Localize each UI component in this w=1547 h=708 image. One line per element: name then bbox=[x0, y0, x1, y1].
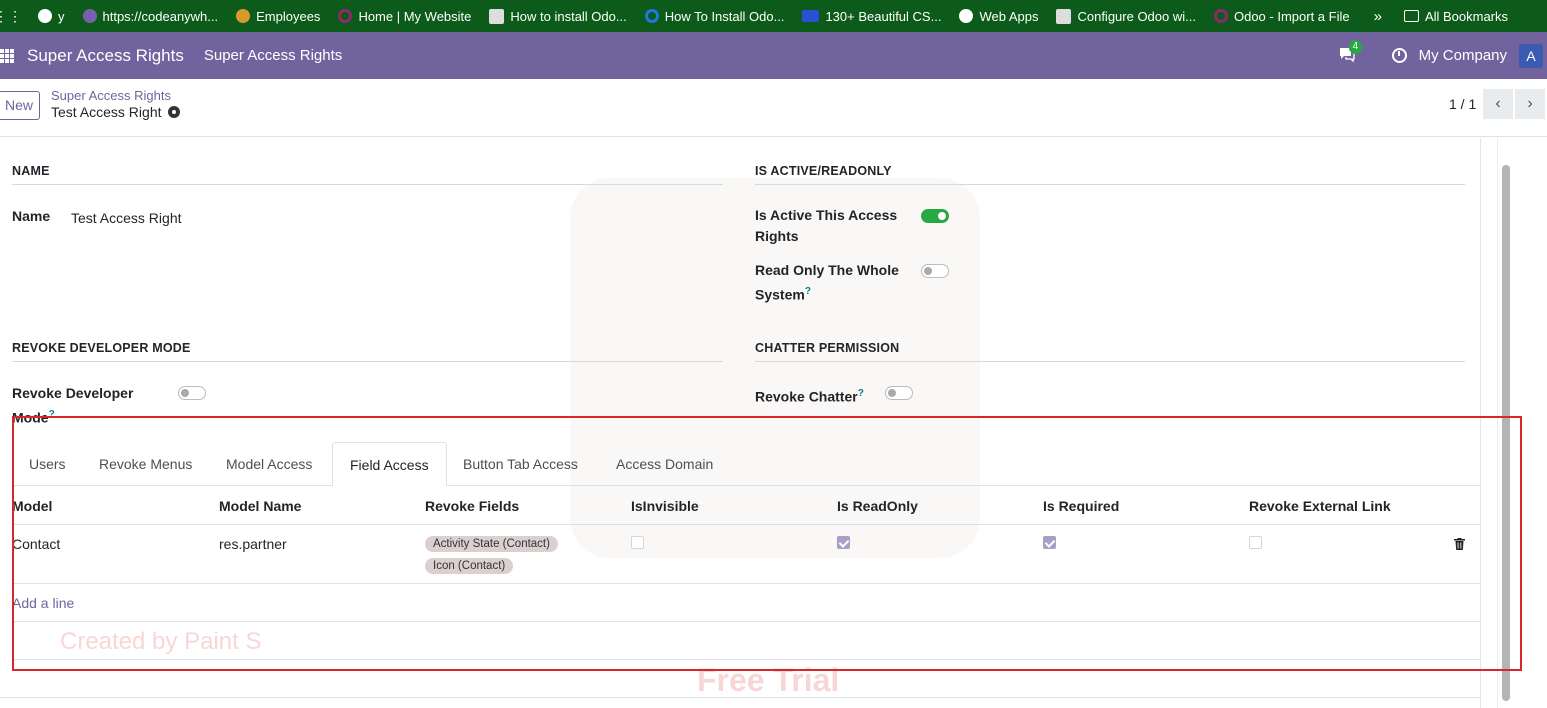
top-navbar: Super Access Rights Super Access Rights … bbox=[0, 32, 1547, 79]
table-divider bbox=[12, 583, 1480, 584]
globe-icon bbox=[959, 9, 974, 23]
is-invisible-checkbox[interactable] bbox=[631, 536, 644, 549]
chat-icon[interactable]: 4 bbox=[1338, 39, 1363, 66]
employees-icon bbox=[236, 9, 251, 23]
company-switcher[interactable]: My Company bbox=[1419, 47, 1507, 64]
cell-model: Contact bbox=[12, 536, 61, 552]
gear-icon[interactable] bbox=[167, 106, 180, 118]
devmode-toggle[interactable] bbox=[178, 386, 206, 400]
tab-users[interactable]: Users bbox=[12, 442, 83, 486]
column-header[interactable]: Revoke External Link bbox=[1249, 498, 1391, 514]
revoke-external-link-checkbox[interactable] bbox=[1249, 536, 1262, 549]
bookmark-item[interactable]: How to install Odo... bbox=[489, 8, 627, 24]
bookmark-item[interactable]: Configure Odoo wi... bbox=[1056, 8, 1196, 24]
bookmark-item[interactable]: Web Apps bbox=[959, 9, 1038, 24]
tab-revoke-menus[interactable]: Revoke Menus bbox=[82, 442, 209, 486]
cell-model-name: res.partner bbox=[219, 536, 287, 552]
app-brand[interactable]: Super Access Rights bbox=[27, 46, 184, 66]
help-icon[interactable]: ? bbox=[805, 286, 811, 297]
bookmark-item[interactable]: Home | My Website bbox=[338, 9, 471, 24]
tab-field-access[interactable]: Field Access bbox=[332, 442, 447, 486]
table-divider bbox=[12, 621, 1480, 622]
form-sheet: Free Trial Created by Paint S Created by… bbox=[0, 138, 1481, 708]
globe-icon bbox=[38, 9, 52, 23]
tab-button-tab-access[interactable]: Button Tab Access bbox=[446, 442, 595, 486]
active-toggle[interactable] bbox=[921, 209, 949, 223]
all-bookmarks[interactable]: All Bookmarks bbox=[1403, 9, 1508, 24]
table-divider bbox=[12, 524, 1480, 525]
dev-icon bbox=[802, 10, 820, 22]
sidebar-toggle-icon[interactable]: ⋮⋮ bbox=[0, 8, 22, 25]
is-required-checkbox[interactable] bbox=[1043, 536, 1056, 549]
section-title-active: IS ACTIVE/READONLY bbox=[755, 164, 1465, 185]
column-header[interactable]: Is Required bbox=[1043, 498, 1119, 514]
bookmark-item[interactable]: https://codeanywh... bbox=[82, 9, 218, 24]
bookmark-item[interactable]: Employees bbox=[236, 9, 320, 24]
bookmark-item[interactable]: y bbox=[38, 9, 65, 24]
odoo-icon bbox=[338, 9, 353, 23]
help-icon[interactable]: ? bbox=[858, 388, 864, 399]
avatar[interactable]: A bbox=[1519, 43, 1543, 68]
name-field[interactable]: Test Access Right bbox=[71, 210, 182, 226]
notebook-tabs: Users Revoke Menus Model Access Field Ac… bbox=[12, 420, 1480, 486]
column-header[interactable]: Revoke Fields bbox=[425, 498, 519, 514]
help-icon[interactable]: ? bbox=[49, 409, 55, 420]
field-tag[interactable]: Activity State (Contact) bbox=[425, 536, 558, 552]
section-title-devmode: REVOKE DEVELOPER MODE bbox=[12, 341, 723, 362]
tab-access-domain[interactable]: Access Domain bbox=[599, 442, 730, 486]
section-title-name: NAME bbox=[12, 164, 723, 185]
watermark-text: Created by Paint S bbox=[60, 628, 262, 655]
bookmarks-bar: ⋮⋮ y https://codeanywh... Employees Home… bbox=[0, 0, 1547, 32]
pager-previous-button[interactable]: ‹ bbox=[1483, 89, 1513, 119]
breadcrumb: Test Access Right bbox=[51, 104, 180, 120]
table-divider bbox=[12, 659, 1480, 660]
bookmark-item[interactable]: How To Install Odo... bbox=[644, 9, 784, 24]
section-title-chatter: CHATTER PERMISSION bbox=[755, 341, 1465, 362]
name-label: Name bbox=[12, 208, 51, 224]
pager-value[interactable]: 1 / 1 bbox=[1449, 96, 1476, 112]
apps-menu-icon[interactable] bbox=[0, 48, 14, 63]
active-label: Is Active This Access Rights bbox=[755, 207, 898, 244]
readonly-toggle[interactable] bbox=[921, 264, 949, 278]
codeanywhere-icon bbox=[82, 9, 97, 23]
watermark-text: Free Trial bbox=[697, 662, 840, 698]
blue-circle-icon bbox=[644, 9, 659, 23]
chat-count-badge: 4 bbox=[1348, 39, 1363, 54]
bookmark-item[interactable]: Odoo - Import a File bbox=[1213, 9, 1350, 24]
is-readonly-checkbox[interactable] bbox=[837, 536, 850, 549]
pager-next-button[interactable]: › bbox=[1515, 89, 1545, 119]
chatter-toggle[interactable] bbox=[885, 386, 913, 400]
menu-super-access-rights[interactable]: Super Access Rights bbox=[204, 47, 342, 64]
control-panel: New Super Access Rights Test Access Righ… bbox=[0, 79, 1547, 137]
more-bookmarks-button[interactable]: » bbox=[1374, 8, 1382, 25]
folder-icon bbox=[1403, 10, 1419, 22]
doc-icon bbox=[489, 8, 505, 24]
scrollbar-thumb[interactable] bbox=[1502, 165, 1510, 701]
doc-icon bbox=[1056, 8, 1072, 24]
bookmark-item[interactable]: 130+ Beautiful CS... bbox=[802, 9, 941, 24]
column-header[interactable]: IsInvisible bbox=[631, 498, 699, 514]
column-header[interactable]: Model bbox=[12, 498, 52, 514]
column-header[interactable]: Model Name bbox=[219, 498, 301, 514]
table-divider bbox=[0, 697, 1480, 698]
trash-icon[interactable] bbox=[1454, 538, 1465, 550]
odoo-icon bbox=[1213, 9, 1228, 23]
activity-clock-icon[interactable] bbox=[1391, 48, 1407, 63]
new-button[interactable]: New bbox=[0, 91, 41, 120]
breadcrumb-current: Test Access Right bbox=[51, 104, 162, 120]
tab-model-access[interactable]: Model Access bbox=[209, 442, 329, 486]
readonly-label: Read Only The Whole System? bbox=[755, 262, 899, 303]
field-tag[interactable]: Icon (Contact) bbox=[425, 558, 514, 574]
add-a-line-button[interactable]: Add a line bbox=[12, 595, 74, 611]
column-header[interactable]: Is ReadOnly bbox=[837, 498, 918, 514]
chatter-label: Revoke Chatter? bbox=[755, 388, 864, 405]
breadcrumb-parent[interactable]: Super Access Rights bbox=[51, 88, 171, 103]
